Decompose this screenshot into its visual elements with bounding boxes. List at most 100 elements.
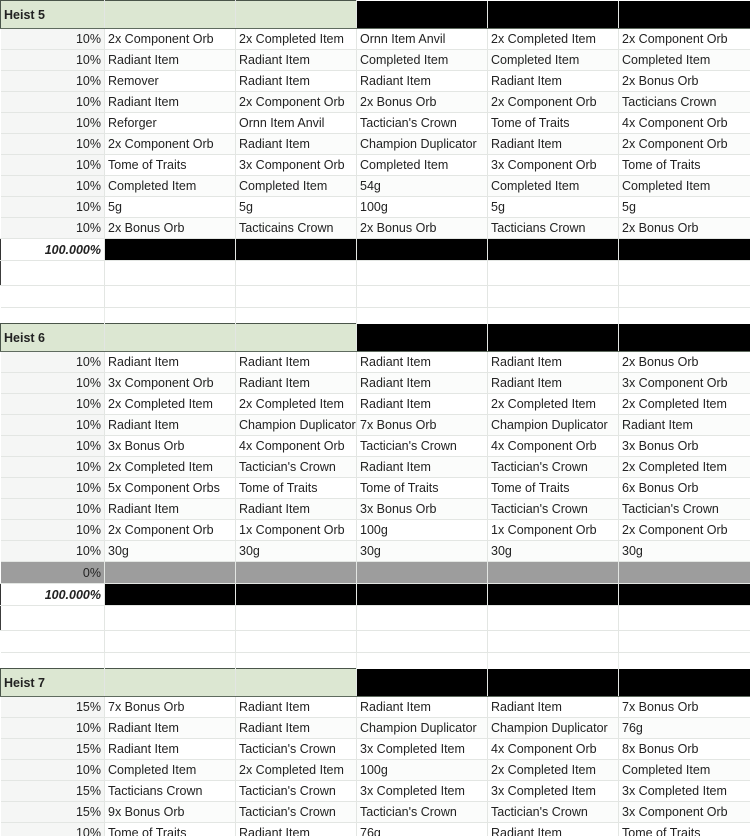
loot-chance[interactable]: 10% <box>0 393 105 415</box>
loot-chance[interactable]: 15% <box>0 696 105 718</box>
loot-item[interactable]: Completed Item <box>618 175 750 197</box>
loot-item[interactable]: Radiant Item <box>356 456 488 478</box>
loot-item[interactable]: Tacticians Crown <box>618 91 750 113</box>
loot-item[interactable]: 3x Completed Item <box>356 738 488 760</box>
loot-item[interactable]: 4x Component Orb <box>235 435 357 457</box>
loot-item[interactable]: Tactician's Crown <box>356 112 488 134</box>
loot-chance[interactable]: 10% <box>0 28 105 50</box>
loot-item[interactable]: 76g <box>618 717 750 739</box>
loot-item[interactable]: 1x Component Orb <box>487 519 619 541</box>
loot-item[interactable]: Radiant Item <box>104 414 236 436</box>
loot-item[interactable]: Champion Duplicator <box>356 717 488 739</box>
loot-item[interactable]: Completed Item <box>487 175 619 197</box>
loot-item[interactable]: Tacticains Crown <box>235 217 357 239</box>
loot-item[interactable]: 3x Bonus Orb <box>356 498 488 520</box>
loot-item[interactable]: 7x Bonus Orb <box>104 696 236 718</box>
loot-chance[interactable]: 10% <box>0 112 105 134</box>
loot-chance[interactable]: 10% <box>0 414 105 436</box>
loot-item[interactable]: Radiant Item <box>356 696 488 718</box>
loot-item[interactable]: 2x Completed Item <box>104 393 236 415</box>
loot-item[interactable]: Champion Duplicator <box>235 414 357 436</box>
loot-chance[interactable]: 10% <box>0 91 105 113</box>
loot-item[interactable]: Tactician's Crown <box>235 456 357 478</box>
section-title-heist-5[interactable]: Heist 5 <box>0 0 105 29</box>
loot-chance[interactable]: 10% <box>0 435 105 457</box>
loot-chance[interactable]: 10% <box>0 70 105 92</box>
loot-item[interactable]: Radiant Item <box>235 49 357 71</box>
loot-item[interactable]: Tome of Traits <box>104 154 236 176</box>
loot-chance[interactable]: 10% <box>0 154 105 176</box>
loot-item[interactable]: Radiant Item <box>235 498 357 520</box>
loot-item[interactable]: 3x Component Orb <box>104 372 236 394</box>
loot-item[interactable]: Reforger <box>104 112 236 134</box>
loot-item[interactable]: 2x Component Orb <box>104 519 236 541</box>
loot-item[interactable]: 76g <box>356 822 488 836</box>
zero-chance[interactable]: 0% <box>0 561 105 584</box>
loot-item[interactable]: 4x Component Orb <box>487 435 619 457</box>
loot-item[interactable]: Tactician's Crown <box>356 801 488 823</box>
loot-item[interactable]: 2x Completed Item <box>487 28 619 50</box>
loot-item[interactable]: 7x Bonus Orb <box>618 696 750 718</box>
loot-item[interactable]: Ornn Item Anvil <box>235 112 357 134</box>
loot-item[interactable]: 100g <box>356 519 488 541</box>
loot-item[interactable]: Radiant Item <box>356 351 488 373</box>
loot-item[interactable]: Radiant Item <box>356 372 488 394</box>
loot-item[interactable]: Tome of Traits <box>618 154 750 176</box>
loot-item[interactable]: 3x Bonus Orb <box>104 435 236 457</box>
loot-item[interactable]: Tome of Traits <box>356 477 488 499</box>
loot-item[interactable]: 3x Component Orb <box>618 801 750 823</box>
loot-chance[interactable]: 10% <box>0 175 105 197</box>
section-title-heist-7[interactable]: Heist 7 <box>0 668 105 697</box>
loot-item[interactable]: Completed Item <box>104 175 236 197</box>
loot-item[interactable]: 3x Bonus Orb <box>618 435 750 457</box>
loot-item[interactable]: Completed Item <box>104 759 236 781</box>
loot-item[interactable]: Radiant Item <box>487 822 619 836</box>
loot-item[interactable]: 2x Completed Item <box>487 759 619 781</box>
loot-item[interactable]: Tome of Traits <box>487 112 619 134</box>
loot-item[interactable]: 2x Component Orb <box>104 133 236 155</box>
loot-item[interactable]: Radiant Item <box>235 70 357 92</box>
loot-chance[interactable]: 10% <box>0 217 105 239</box>
loot-item[interactable]: 1x Component Orb <box>235 519 357 541</box>
loot-chance[interactable]: 10% <box>0 456 105 478</box>
loot-item[interactable]: 54g <box>356 175 488 197</box>
loot-chance[interactable]: 10% <box>0 49 105 71</box>
loot-item[interactable]: Radiant Item <box>487 372 619 394</box>
loot-item[interactable]: 5g <box>487 196 619 218</box>
loot-item[interactable]: 2x Component Orb <box>618 519 750 541</box>
loot-item[interactable]: Radiant Item <box>235 822 357 836</box>
loot-item[interactable]: Remover <box>104 70 236 92</box>
loot-item[interactable]: 8x Bonus Orb <box>618 738 750 760</box>
loot-chance[interactable]: 10% <box>0 498 105 520</box>
loot-item[interactable]: 2x Component Orb <box>104 28 236 50</box>
loot-chance[interactable]: 10% <box>0 759 105 781</box>
loot-item[interactable]: Radiant Item <box>104 717 236 739</box>
loot-item[interactable]: Tactician's Crown <box>235 738 357 760</box>
loot-item[interactable]: Radiant Item <box>618 414 750 436</box>
loot-item[interactable]: Completed Item <box>356 49 488 71</box>
loot-item[interactable]: Radiant Item <box>104 351 236 373</box>
loot-item[interactable]: Champion Duplicator <box>487 414 619 436</box>
loot-item[interactable]: Completed Item <box>487 49 619 71</box>
loot-item[interactable]: Completed Item <box>618 759 750 781</box>
loot-item[interactable]: 2x Completed Item <box>235 759 357 781</box>
loot-item[interactable]: 2x Bonus Orb <box>618 70 750 92</box>
loot-item[interactable]: Radiant Item <box>487 133 619 155</box>
loot-item[interactable]: 2x Bonus Orb <box>356 217 488 239</box>
loot-chance[interactable]: 15% <box>0 780 105 802</box>
loot-chance[interactable]: 10% <box>0 196 105 218</box>
loot-item[interactable]: Tactician's Crown <box>487 801 619 823</box>
loot-item[interactable]: Tome of Traits <box>235 477 357 499</box>
loot-item[interactable]: 2x Component Orb <box>487 91 619 113</box>
loot-item[interactable]: 2x Component Orb <box>235 91 357 113</box>
loot-chance[interactable]: 10% <box>0 351 105 373</box>
loot-item[interactable]: 5g <box>235 196 357 218</box>
loot-item[interactable]: Radiant Item <box>104 738 236 760</box>
loot-item[interactable]: 100g <box>356 759 488 781</box>
loot-item[interactable]: 2x Bonus Orb <box>618 217 750 239</box>
loot-item[interactable]: Radiant Item <box>235 696 357 718</box>
loot-chance[interactable]: 15% <box>0 801 105 823</box>
loot-item[interactable]: 2x Component Orb <box>618 28 750 50</box>
loot-chance[interactable]: 15% <box>0 738 105 760</box>
loot-item[interactable]: Ornn Item Anvil <box>356 28 488 50</box>
